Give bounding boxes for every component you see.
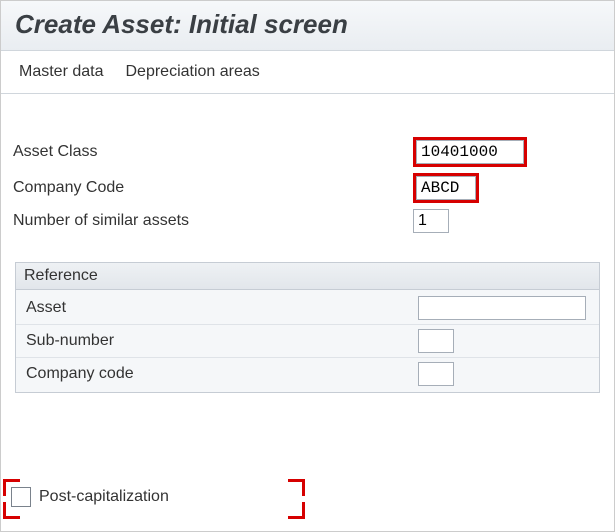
checkbox-post-capitalization[interactable]: Post-capitalization (7, 485, 173, 509)
row-ref-subnumber: Sub-number (16, 324, 599, 357)
label-asset-class: Asset Class (11, 143, 413, 161)
label-company-code: Company Code (11, 179, 413, 197)
label-ref-asset: Asset (24, 299, 418, 317)
input-ref-company-code[interactable] (418, 362, 454, 386)
highlight-asset-class (413, 137, 527, 167)
input-asset-class[interactable] (416, 140, 524, 164)
page-title: Create Asset: Initial screen (15, 9, 348, 39)
row-asset-class: Asset Class (11, 134, 604, 170)
groupbox-reference-title: Reference (16, 263, 599, 290)
label-ref-subnumber: Sub-number (24, 332, 418, 350)
title-bar: Create Asset: Initial screen (1, 1, 614, 51)
menu-bar: Master data Depreciation areas (1, 51, 614, 94)
highlight-company-code (413, 173, 479, 203)
label-ref-company-code: Company code (24, 365, 418, 383)
window: Create Asset: Initial screen Master data… (0, 0, 615, 532)
input-num-similar[interactable] (413, 209, 449, 233)
main-form: Asset Class Company Code Number of simil… (1, 94, 614, 403)
row-ref-company-code: Company code (16, 357, 599, 390)
input-ref-asset[interactable] (418, 296, 586, 320)
label-post-capitalization: Post-capitalization (39, 488, 169, 506)
checkbox-box (11, 487, 31, 507)
row-ref-asset: Asset (16, 292, 599, 324)
menu-depreciation-areas[interactable]: Depreciation areas (125, 63, 259, 81)
groupbox-reference: Reference Asset Sub-number Company code (15, 262, 600, 393)
input-ref-subnumber[interactable] (418, 329, 454, 353)
label-num-similar: Number of similar assets (11, 212, 413, 230)
row-company-code: Company Code (11, 170, 604, 206)
row-num-similar: Number of similar assets (11, 206, 604, 236)
menu-master-data[interactable]: Master data (19, 63, 103, 81)
input-company-code[interactable] (416, 176, 476, 200)
